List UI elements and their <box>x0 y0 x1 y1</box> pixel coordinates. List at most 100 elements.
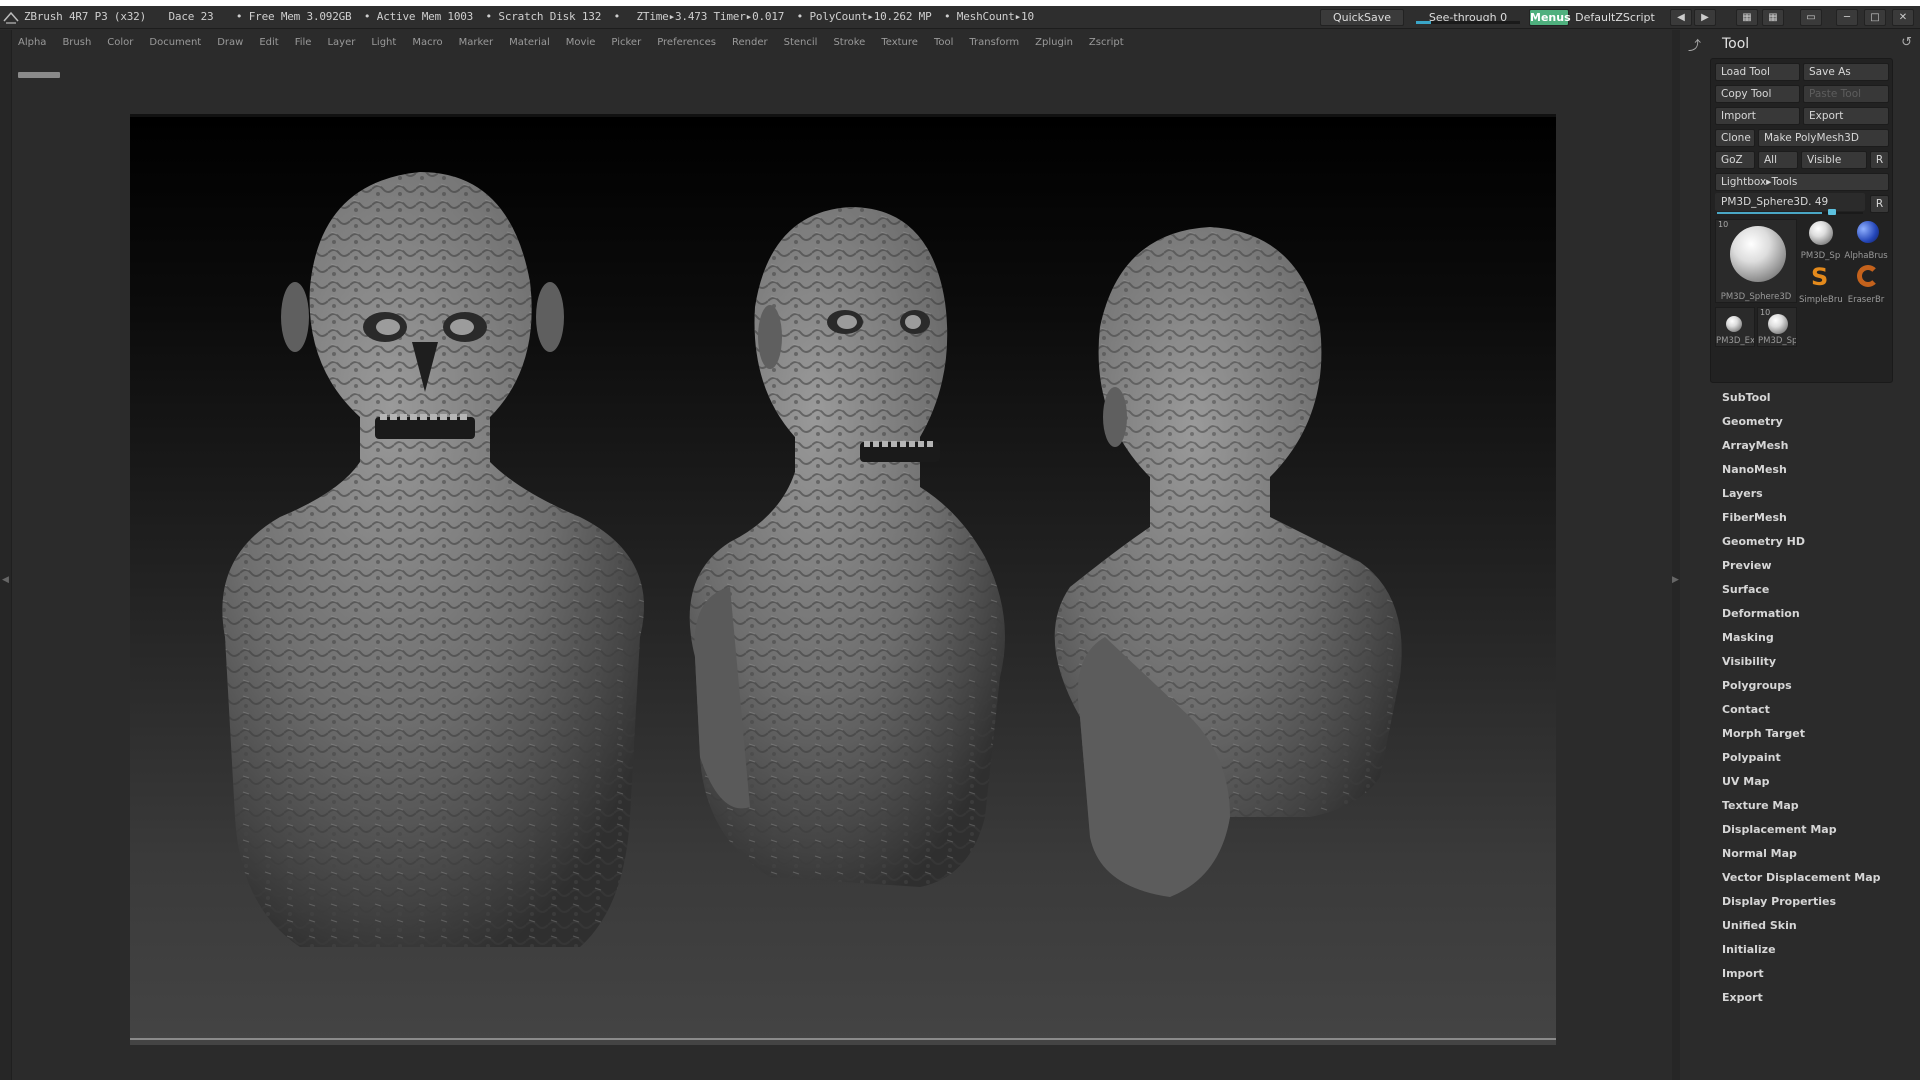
goz-r-button[interactable]: R <box>1870 151 1889 169</box>
import-button[interactable]: Import <box>1715 107 1800 125</box>
menu-stroke[interactable]: Stroke <box>827 32 865 54</box>
subpalette-nanomesh[interactable]: NanoMesh <box>1722 458 1912 482</box>
tool-thumb-alphabrush[interactable]: AlphaBrus <box>1843 217 1889 261</box>
subpalette-contact[interactable]: Contact <box>1722 698 1912 722</box>
palette-pin-icon[interactable]: ⤴ <box>1688 35 1701 54</box>
goz-button[interactable]: GoZ <box>1715 151 1755 169</box>
quicksave-button[interactable]: QuickSave <box>1320 9 1404 26</box>
subpalette-unified-skin[interactable]: Unified Skin <box>1722 914 1912 938</box>
close-icon[interactable]: ✕ <box>1892 9 1914 26</box>
tool-slider-knob[interactable] <box>1828 209 1836 215</box>
left-tray[interactable]: ◀ <box>0 30 12 1080</box>
subpalette-visibility[interactable]: Visibility <box>1722 650 1912 674</box>
paste-tool-button[interactable]: Paste Tool <box>1803 85 1889 103</box>
subpalette-fibermesh[interactable]: FiberMesh <box>1722 506 1912 530</box>
menu-transform[interactable]: Transform <box>963 32 1019 54</box>
document-scrollbar[interactable] <box>18 72 60 78</box>
extrude-shape-icon <box>1726 316 1742 332</box>
tool-thumb-pm3d-sphere-small[interactable]: 10 PM3D_Sp <box>1757 307 1797 347</box>
tool-thumb-sphere3d-large[interactable]: 10 PM3D_Sphere3D <box>1715 219 1797 303</box>
menu-file[interactable]: File <box>289 32 312 54</box>
maximize-icon[interactable]: □ <box>1864 9 1886 26</box>
menu-material[interactable]: Material <box>503 32 550 54</box>
subpalette-displacement-map[interactable]: Displacement Map <box>1722 818 1912 842</box>
subpalette-morph-target[interactable]: Morph Target <box>1722 722 1912 746</box>
tool-thumb-pm3d-sphere[interactable]: PM3D_Sp <box>1799 219 1842 261</box>
menu-zscript[interactable]: Zscript <box>1083 32 1124 54</box>
menu-tool[interactable]: Tool <box>928 32 953 54</box>
subpalette-preview[interactable]: Preview <box>1722 554 1912 578</box>
menu-macro[interactable]: Macro <box>406 32 442 54</box>
right-tray-divider[interactable]: ▶ <box>1672 30 1680 1080</box>
subpalette-layers[interactable]: Layers <box>1722 482 1912 506</box>
subpalette-vector-displacement-map[interactable]: Vector Displacement Map <box>1722 866 1912 890</box>
menu-color[interactable]: Color <box>101 32 133 54</box>
subpalette-polygroups[interactable]: Polygroups <box>1722 674 1912 698</box>
tool-subpalettes: SubTool Geometry ArrayMesh NanoMesh Laye… <box>1722 386 1912 1010</box>
menus-button[interactable]: Menus <box>1529 9 1571 26</box>
subpalette-deformation[interactable]: Deformation <box>1722 602 1912 626</box>
subpalette-masking[interactable]: Masking <box>1722 626 1912 650</box>
clone-button[interactable]: Clone <box>1715 129 1755 147</box>
subpalette-surface[interactable]: Surface <box>1722 578 1912 602</box>
thumb-label: PM3D_Ex <box>1716 336 1754 346</box>
menu-zplugin[interactable]: Zplugin <box>1029 32 1073 54</box>
sphere-icon <box>1809 221 1833 245</box>
menu-stencil[interactable]: Stencil <box>778 32 818 54</box>
menu-alpha[interactable]: Alpha <box>12 32 46 54</box>
layout-prev-icon[interactable]: ◀ <box>1670 9 1692 26</box>
see-through-track[interactable] <box>1416 21 1520 24</box>
subpalette-uv-map[interactable]: UV Map <box>1722 770 1912 794</box>
subpalette-display-properties[interactable]: Display Properties <box>1722 890 1912 914</box>
export-button[interactable]: Export <box>1803 107 1889 125</box>
subpalette-normal-map[interactable]: Normal Map <box>1722 842 1912 866</box>
menu-texture[interactable]: Texture <box>875 32 918 54</box>
menu-preferences[interactable]: Preferences <box>651 32 716 54</box>
menu-render[interactable]: Render <box>726 32 768 54</box>
menu-marker[interactable]: Marker <box>453 32 494 54</box>
lightbox-tools-button[interactable]: Lightbox▸Tools <box>1715 173 1889 191</box>
current-tool-slider[interactable]: PM3D_Sphere3D. 49 <box>1715 193 1865 211</box>
current-tool-r-button[interactable]: R <box>1870 195 1889 213</box>
subpalette-geometry[interactable]: Geometry <box>1722 410 1912 434</box>
main-menu-bar: Alpha Brush Color Document Draw Edit File Layer… <box>12 30 1367 52</box>
layout-a-icon[interactable]: ▦ <box>1736 9 1758 26</box>
zbrush-logo-icon[interactable] <box>3 9 19 25</box>
subpalette-export[interactable]: Export <box>1722 986 1912 1010</box>
subpalette-initialize[interactable]: Initialize <box>1722 938 1912 962</box>
tool-thumb-eraserbrush[interactable]: EraserBr <box>1843 263 1889 305</box>
menu-layer[interactable]: Layer <box>321 32 355 54</box>
tool-thumb-simplebrush[interactable]: S SimpleBrus <box>1799 263 1842 305</box>
default-zscript-button[interactable]: DefaultZScript <box>1572 9 1658 26</box>
save-as-button[interactable]: Save As <box>1803 63 1889 81</box>
subpalette-arraymesh[interactable]: ArrayMesh <box>1722 434 1912 458</box>
lock-icon[interactable]: ▭ <box>1800 9 1822 26</box>
right-tray-arrow-icon[interactable]: ▶ <box>1672 575 1679 585</box>
tool-thumb-pm3d-extrude[interactable]: PM3D_Ex <box>1715 307 1755 347</box>
viewport-canvas[interactable] <box>130 114 1556 1045</box>
left-tray-arrow-icon[interactable]: ◀ <box>2 575 9 585</box>
tool-palette-header[interactable]: ⤴ Tool ↺ <box>1688 33 1918 55</box>
goz-all-button[interactable]: All <box>1758 151 1798 169</box>
goz-visible-button[interactable]: Visible <box>1801 151 1867 169</box>
subpalette-texture-map[interactable]: Texture Map <box>1722 794 1912 818</box>
make-polymesh3d-button[interactable]: Make PolyMesh3D <box>1758 129 1889 147</box>
menu-document[interactable]: Document <box>143 32 201 54</box>
menu-brush[interactable]: Brush <box>56 32 91 54</box>
menu-light[interactable]: Light <box>365 32 396 54</box>
subpalette-polypaint[interactable]: Polypaint <box>1722 746 1912 770</box>
layout-next-icon[interactable]: ▶ <box>1694 9 1716 26</box>
palette-reset-icon[interactable]: ↺ <box>1901 35 1912 50</box>
menu-movie[interactable]: Movie <box>560 32 596 54</box>
subpalette-import[interactable]: Import <box>1722 962 1912 986</box>
copy-tool-button[interactable]: Copy Tool <box>1715 85 1800 103</box>
load-tool-button[interactable]: Load Tool <box>1715 63 1800 81</box>
subpalette-subtool[interactable]: SubTool <box>1722 386 1912 410</box>
menu-picker[interactable]: Picker <box>605 32 641 54</box>
layout-b-icon[interactable]: ▦ <box>1762 9 1784 26</box>
subpalette-geometry-hd[interactable]: Geometry HD <box>1722 530 1912 554</box>
tool-slider-track[interactable] <box>1717 212 1863 214</box>
menu-draw[interactable]: Draw <box>211 32 243 54</box>
menu-edit[interactable]: Edit <box>253 32 278 54</box>
minimize-icon[interactable]: ─ <box>1836 9 1858 26</box>
